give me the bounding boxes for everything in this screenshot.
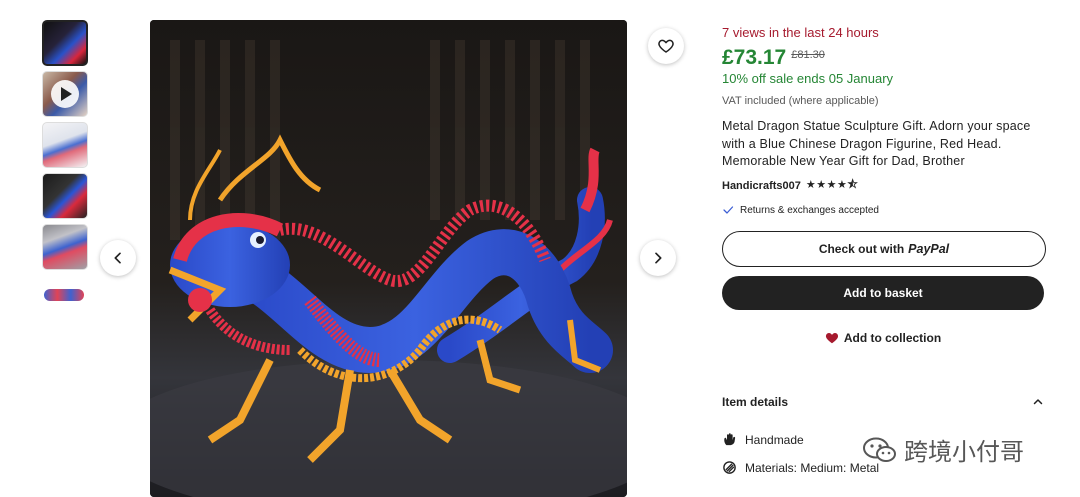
shop-rating-row: Handicrafts007 ★★★★⯪ — [722, 176, 858, 195]
detail-handmade-label: Handmade — [745, 432, 804, 447]
heart-outline-icon — [658, 39, 674, 53]
detail-materials-label: Materials: Medium: Metal — [745, 460, 880, 475]
current-price: £73.17 — [722, 46, 787, 69]
add-to-basket-button[interactable]: Add to basket — [722, 276, 1044, 310]
paypal-logo: PayPal — [908, 242, 950, 256]
checkmark-icon — [723, 206, 734, 214]
materials-icon — [723, 461, 736, 474]
original-price: £81.30 — [791, 49, 825, 61]
chevron-right-icon — [655, 252, 662, 264]
rating-stars[interactable]: ★★★★⯪ — [806, 176, 858, 195]
thumbnail-2-video[interactable] — [42, 71, 88, 117]
main-product-image — [150, 20, 627, 497]
chevron-left-icon — [114, 252, 121, 264]
previous-image-button[interactable] — [100, 240, 136, 276]
vat-note: VAT included (where applicable) — [722, 95, 879, 107]
add-to-basket-label: Add to basket — [843, 286, 923, 300]
returns-row: Returns & exchanges accepted — [722, 204, 879, 216]
thumbnail-strip — [42, 20, 88, 324]
thumbnail-6[interactable] — [42, 275, 86, 319]
detail-materials: Materials: Medium: Metal — [722, 460, 879, 475]
shop-name-link[interactable]: Handicrafts007 — [722, 180, 801, 192]
price-row: £73.17 £81.30 — [722, 46, 825, 70]
item-details-toggle[interactable]: Item details — [722, 395, 1044, 409]
listing-title: Metal Dragon Statue Sculpture Gift. Ador… — [722, 119, 1031, 169]
watermark-text: 跨境小付哥 — [904, 438, 1024, 466]
add-to-collection-label: Add to collection — [843, 331, 942, 345]
wechat-icon — [863, 437, 896, 462]
returns-text: Returns & exchanges accepted — [740, 204, 879, 216]
watermark: 跨境小付哥 — [862, 432, 1024, 467]
play-icon — [51, 80, 79, 108]
thumbnail-3[interactable] — [42, 122, 88, 168]
detail-handmade: Handmade — [722, 432, 804, 447]
thumbnail-1[interactable] — [42, 20, 88, 66]
views-count: 7 views in the last 24 hours — [722, 25, 879, 40]
next-image-button[interactable] — [640, 240, 676, 276]
heart-filled-icon — [825, 333, 838, 344]
checkout-prefix: Check out with — [818, 242, 905, 256]
add-to-collection-button[interactable]: Add to collection — [722, 331, 1044, 345]
sale-notice: 10% off sale ends 05 January — [722, 71, 894, 86]
favorite-button[interactable] — [648, 28, 684, 64]
hand-icon — [724, 433, 736, 446]
item-details-heading: Item details — [722, 395, 789, 409]
thumbnail-4[interactable] — [42, 173, 88, 219]
chevron-up-icon — [1033, 399, 1043, 405]
paypal-checkout-button[interactable]: Check out with PayPal — [722, 231, 1046, 267]
thumbnail-5[interactable] — [42, 224, 88, 270]
